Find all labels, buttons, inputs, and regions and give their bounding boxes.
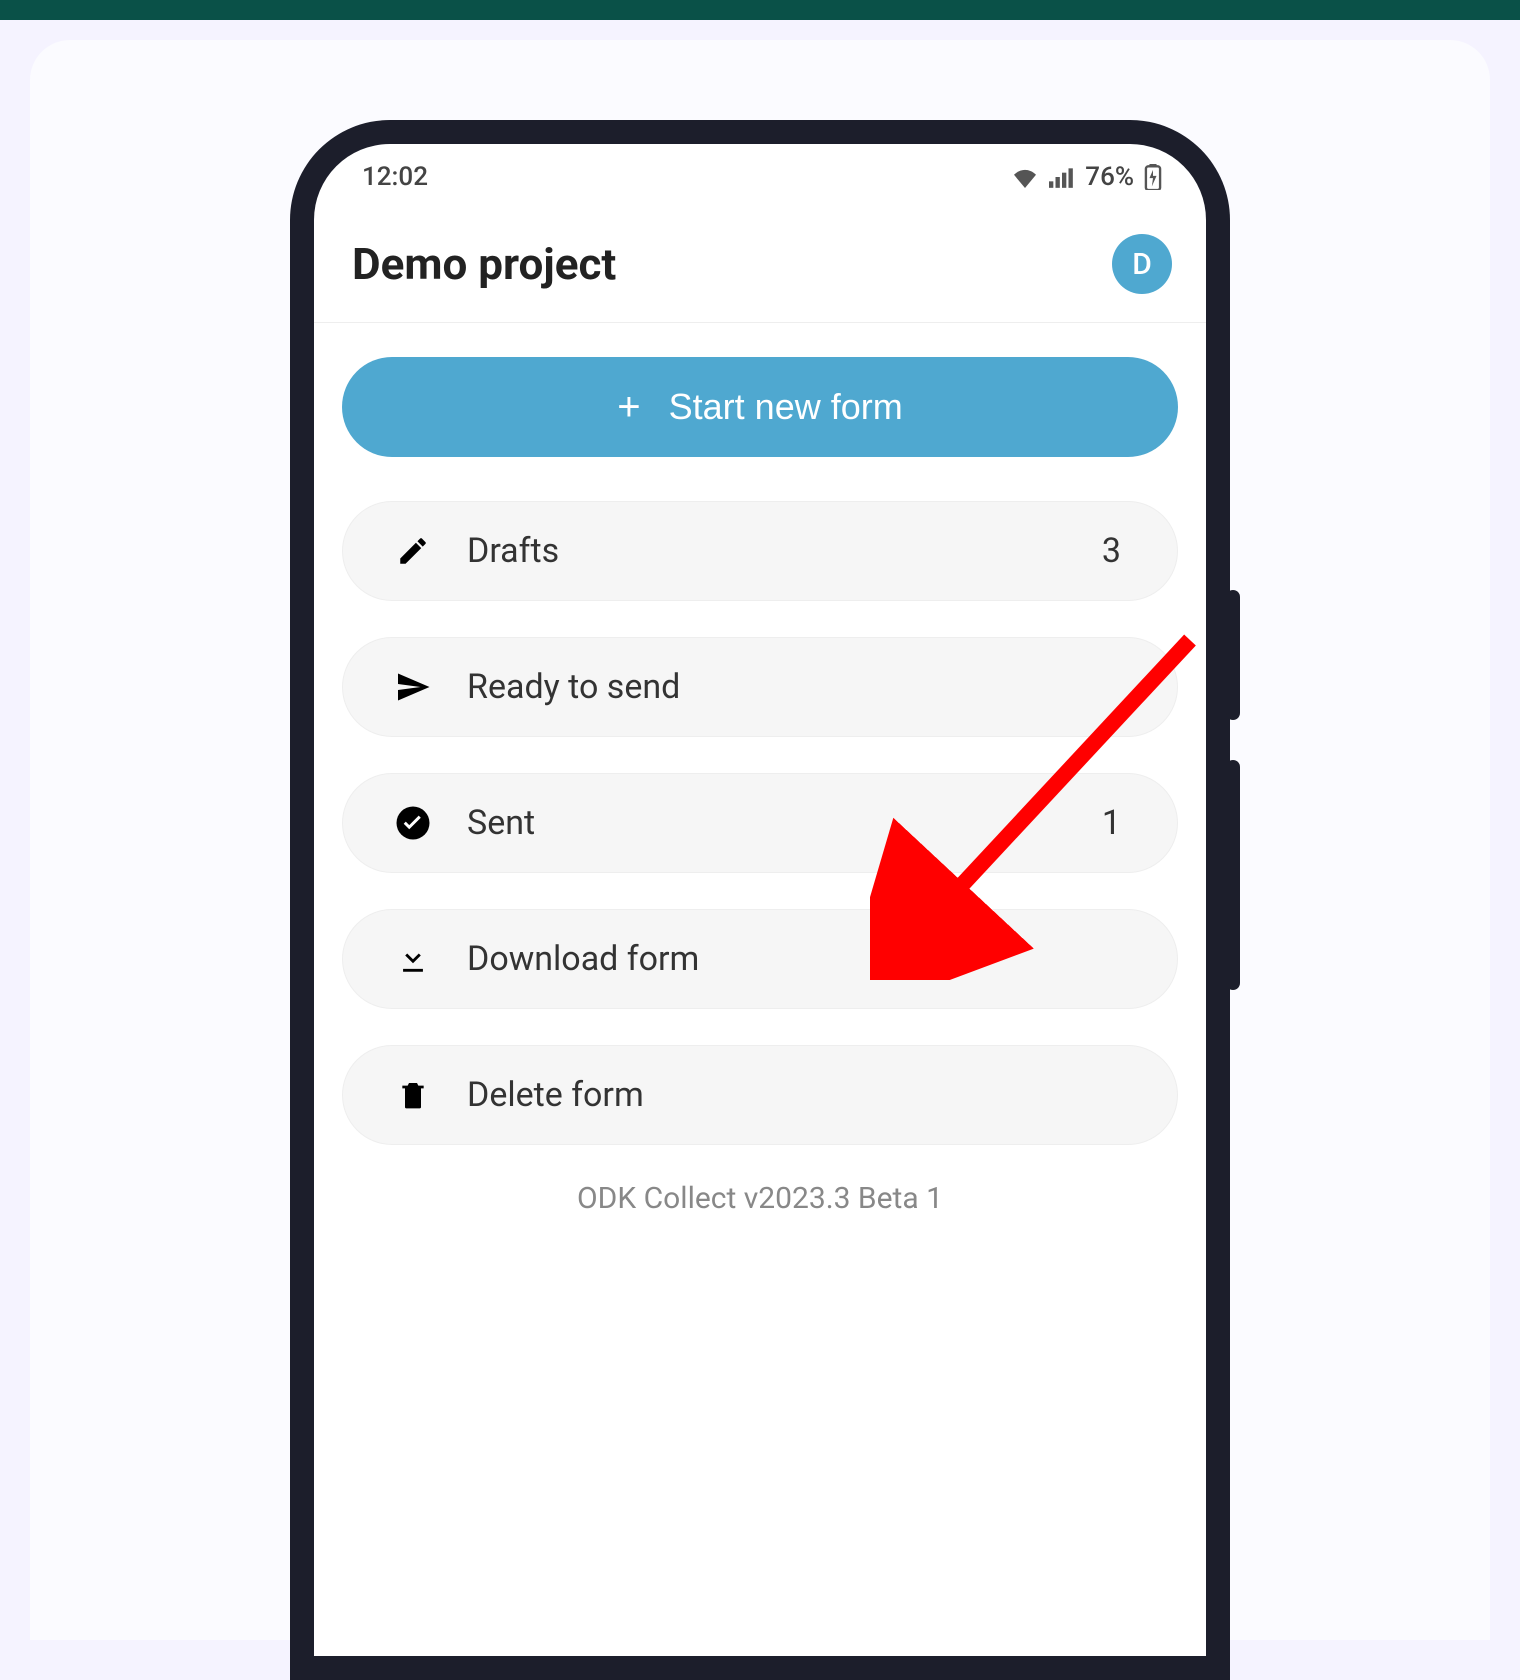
signal-icon	[1049, 166, 1075, 188]
sent-label: Sent	[467, 803, 1102, 843]
version-text: ODK Collect v2023.3 Beta 1	[342, 1181, 1178, 1216]
battery-percent: 76%	[1085, 162, 1134, 192]
drafts-item[interactable]: Drafts 3	[342, 501, 1178, 601]
page-top-stripe	[0, 0, 1520, 20]
background-card: 12:02 76% Demo project D	[30, 40, 1490, 1640]
start-button-label: Start new form	[669, 386, 903, 428]
main-content: + Start new form Drafts 3 Ready to send	[314, 323, 1206, 1216]
status-time: 12:02	[362, 162, 428, 192]
check-circle-icon	[391, 801, 435, 845]
ready-to-send-item[interactable]: Ready to send	[342, 637, 1178, 737]
avatar[interactable]: D	[1112, 234, 1172, 294]
status-right: 76%	[1011, 162, 1162, 192]
wifi-icon	[1011, 166, 1039, 188]
phone-screen: 12:02 76% Demo project D	[314, 144, 1206, 1656]
avatar-initial: D	[1132, 247, 1152, 282]
status-bar: 12:02 76%	[314, 144, 1206, 210]
trash-icon	[391, 1073, 435, 1117]
ready-label: Ready to send	[467, 667, 1121, 707]
sent-item[interactable]: Sent 1	[342, 773, 1178, 873]
download-icon	[391, 937, 435, 981]
phone-side-button-1	[1226, 590, 1240, 720]
delete-form-item[interactable]: Delete form	[342, 1045, 1178, 1145]
start-new-form-button[interactable]: + Start new form	[342, 357, 1178, 457]
battery-icon	[1144, 164, 1162, 190]
app-header: Demo project D	[314, 210, 1206, 323]
page-title: Demo project	[352, 238, 616, 290]
plus-icon: +	[617, 385, 640, 430]
drafts-count: 3	[1102, 531, 1121, 571]
download-label: Download form	[467, 939, 1121, 979]
phone-side-button-2	[1226, 760, 1240, 990]
download-form-item[interactable]: Download form	[342, 909, 1178, 1009]
drafts-label: Drafts	[467, 531, 1102, 571]
phone-frame: 12:02 76% Demo project D	[290, 120, 1230, 1680]
delete-label: Delete form	[467, 1075, 1121, 1115]
pencil-icon	[391, 529, 435, 573]
sent-count: 1	[1102, 803, 1121, 843]
send-icon	[391, 665, 435, 709]
